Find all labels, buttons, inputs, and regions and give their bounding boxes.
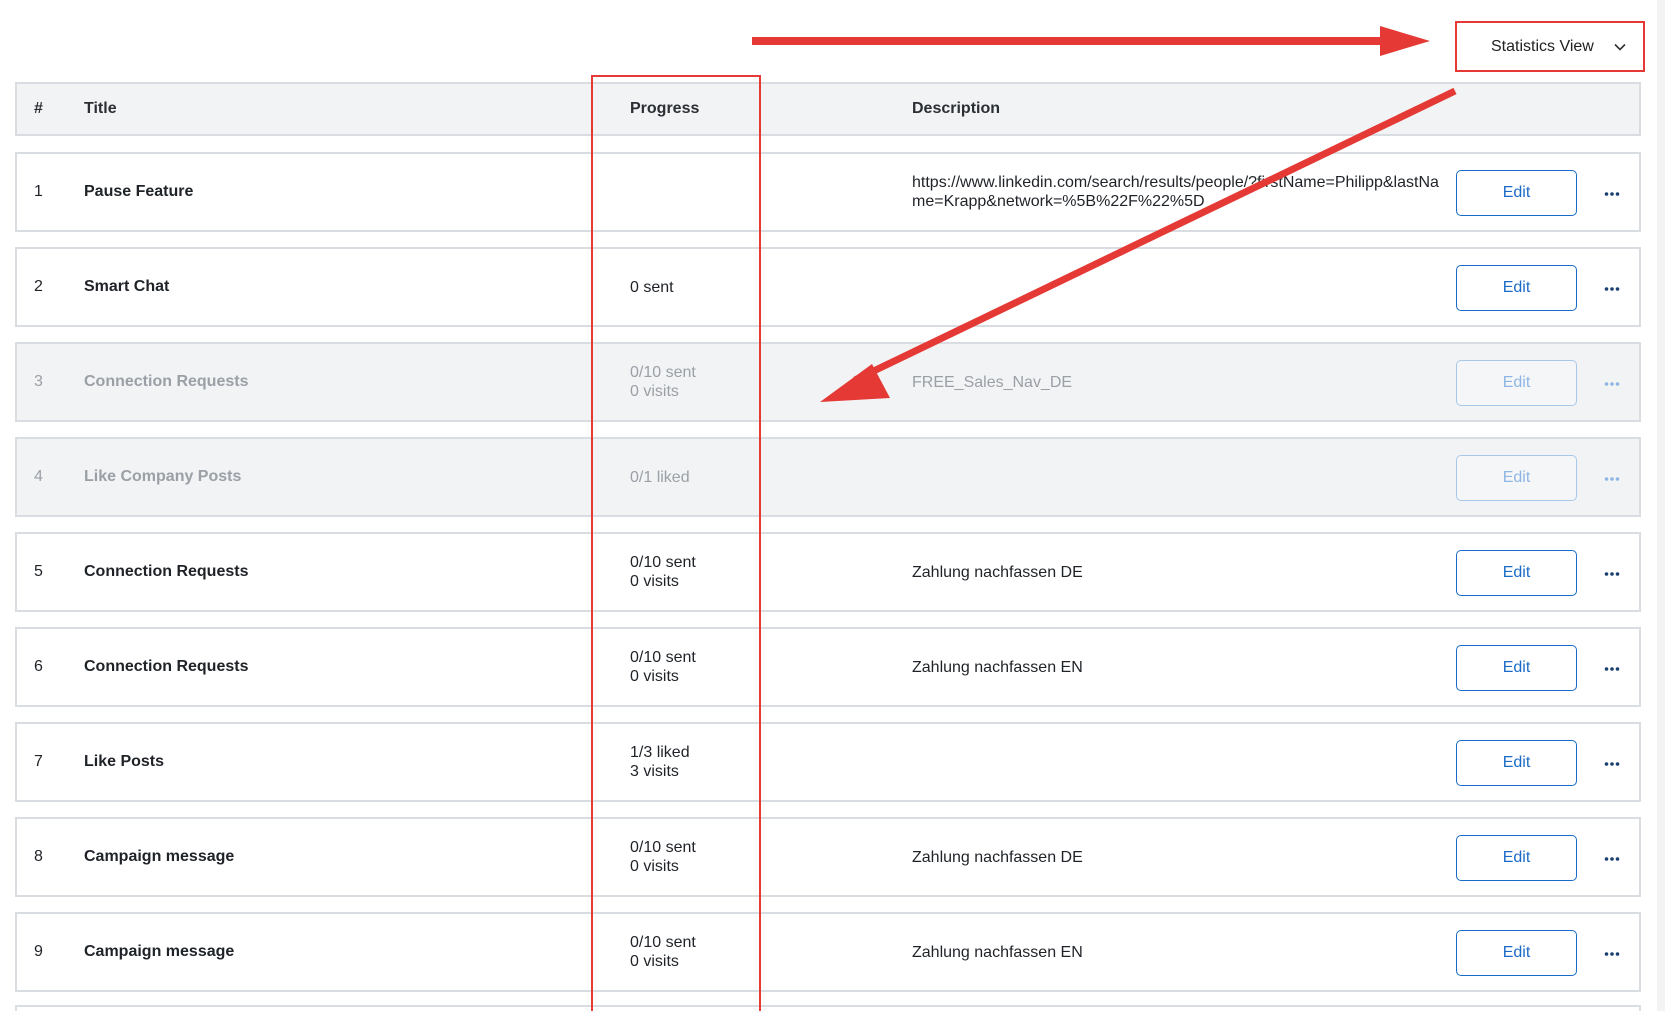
table-row[interactable]: 7 Like Posts 1/3 liked 3 visits Edit (15, 722, 1641, 802)
row-num: 3 (34, 373, 43, 390)
table-row[interactable]: 5 Connection Requests 0/10 sent 0 visits Zah… (15, 532, 1641, 612)
progress-line-1: 0/10 sent (630, 649, 696, 666)
row-description: Zahlung nachfassen DE (912, 848, 1083, 866)
progress-line-1: 0 sent (630, 278, 674, 296)
view-select-dropdown[interactable]: Statistics View (1455, 21, 1645, 72)
row-description (912, 249, 1442, 325)
progress-line-1: 0/10 sent (630, 934, 696, 951)
row-description (912, 724, 1442, 800)
more-horizontal-icon[interactable] (1597, 939, 1627, 969)
row-progress: 0/10 sent 0 visits (630, 344, 830, 420)
row-num: 2 (34, 278, 43, 295)
row-num: 7 (34, 753, 43, 770)
table-row[interactable]: 3 Connection Requests 0/10 sent 0 visits FRE… (15, 342, 1641, 422)
row-num: 6 (34, 658, 43, 675)
progress-line-1: 1/3 liked (630, 744, 690, 761)
chevron-down-icon (1612, 39, 1628, 55)
header-description: Description (912, 100, 1001, 117)
progress-line-1: 0/10 sent (630, 839, 696, 856)
progress-line-2: 0 visits (630, 573, 679, 590)
table-row[interactable]: 6 Connection Requests 0/10 sent 0 visits Zah… (15, 627, 1641, 707)
row-num: 5 (34, 563, 43, 580)
row-progress: 0/1 liked (630, 439, 830, 515)
row-title: Connection Requests (84, 563, 249, 580)
progress-line-1: 0/10 sent (630, 554, 696, 571)
row-title: Like Company Posts (84, 468, 242, 485)
annotation-arrow-right (752, 26, 1430, 56)
edit-button[interactable]: Edit (1456, 835, 1577, 881)
row-description: Zahlung nachfassen EN (912, 658, 1083, 676)
row-title: Smart Chat (84, 278, 170, 295)
edit-button[interactable]: Edit (1456, 360, 1577, 406)
more-horizontal-icon[interactable] (1597, 844, 1627, 874)
row-title: Campaign message (84, 848, 235, 865)
progress-line-1: 0/10 sent (630, 364, 696, 381)
table-row[interactable]: 4 Like Company Posts 0/1 liked Edit (15, 437, 1641, 517)
row-title: Connection Requests (84, 373, 249, 390)
row-description (912, 439, 1442, 515)
row-num: 1 (34, 183, 43, 200)
progress-line-2: 0 visits (630, 668, 679, 685)
table-row-partial (15, 1005, 1641, 1011)
more-horizontal-icon[interactable] (1597, 559, 1627, 589)
row-title: Pause Feature (84, 183, 194, 200)
row-progress: 1/3 liked 3 visits (630, 724, 830, 800)
progress-line-2: 0 visits (630, 858, 679, 875)
row-description: FREE_Sales_Nav_DE (912, 373, 1073, 391)
more-horizontal-icon[interactable] (1597, 464, 1627, 494)
row-progress: 0/10 sent 0 visits (630, 629, 830, 705)
row-progress: 0/10 sent 0 visits (630, 819, 830, 895)
more-horizontal-icon[interactable] (1597, 749, 1627, 779)
row-progress: 0/10 sent 0 visits (630, 914, 830, 990)
table-row[interactable]: 9 Campaign message 0/10 sent 0 visits Zahlun… (15, 912, 1641, 992)
row-num: 9 (34, 943, 43, 960)
row-description: Zahlung nachfassen EN (912, 943, 1083, 961)
header-title: Title (84, 100, 117, 117)
row-num: 4 (34, 468, 43, 485)
progress-line-2: 0 visits (630, 953, 679, 970)
edit-button[interactable]: Edit (1456, 170, 1577, 216)
progress-line-2: 3 visits (630, 763, 679, 780)
header-num: # (34, 100, 43, 117)
header-progress: Progress (630, 100, 700, 117)
table-row[interactable]: 2 Smart Chat 0 sent Edit (15, 247, 1641, 327)
row-description: Zahlung nachfassen DE (912, 563, 1083, 581)
row-num: 8 (34, 848, 43, 865)
progress-line-2: 0 visits (630, 383, 679, 400)
edit-button[interactable]: Edit (1456, 740, 1577, 786)
edit-button[interactable]: Edit (1456, 455, 1577, 501)
row-progress (630, 154, 830, 230)
view-select-label: Statistics View (1491, 37, 1594, 55)
row-title: Campaign message (84, 943, 235, 960)
more-horizontal-icon[interactable] (1597, 179, 1627, 209)
progress-line-1: 0/1 liked (630, 468, 690, 486)
row-title: Connection Requests (84, 658, 249, 675)
edit-button[interactable]: Edit (1456, 930, 1577, 976)
more-horizontal-icon[interactable] (1597, 369, 1627, 399)
row-description: https://www.linkedin.com/search/results/… (912, 174, 1439, 210)
table-header: # Title Progress Description (15, 82, 1641, 136)
table-row[interactable]: 1 Pause Feature https://www.linkedin.com/s… (15, 152, 1641, 232)
edit-button[interactable]: Edit (1456, 550, 1577, 596)
row-title: Like Posts (84, 753, 165, 770)
row-progress: 0/10 sent 0 visits (630, 534, 830, 610)
row-progress: 0 sent (630, 249, 830, 325)
edit-button[interactable]: Edit (1456, 265, 1577, 311)
more-horizontal-icon[interactable] (1597, 654, 1627, 684)
scrollbar[interactable] (1657, 0, 1665, 1011)
more-horizontal-icon[interactable] (1597, 274, 1627, 304)
edit-button[interactable]: Edit (1456, 645, 1577, 691)
table-row[interactable]: 8 Campaign message 0/10 sent 0 visits Zahlun… (15, 817, 1641, 897)
